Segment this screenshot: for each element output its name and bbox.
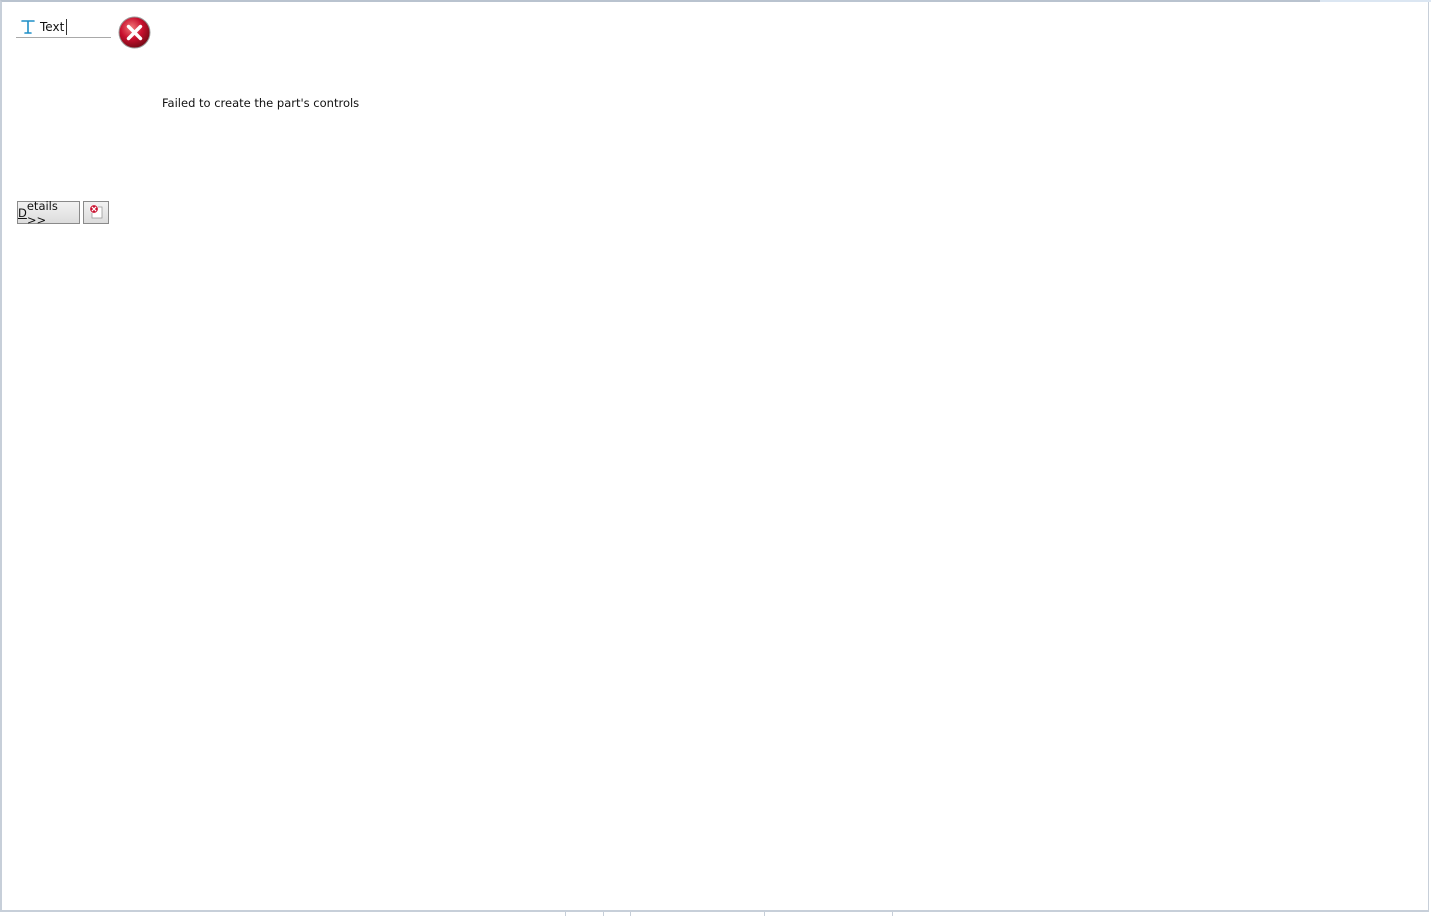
error-log-icon bbox=[88, 203, 104, 223]
status-divider bbox=[892, 912, 893, 916]
editor-area bbox=[0, 0, 1429, 912]
error-message: Failed to create the part's controls bbox=[162, 96, 360, 110]
status-divider bbox=[565, 912, 566, 916]
error-x-icon bbox=[118, 16, 151, 49]
details-button[interactable]: Details >> bbox=[17, 198, 80, 227]
status-divider bbox=[630, 912, 631, 916]
open-error-log-button[interactable] bbox=[83, 201, 109, 224]
status-divider bbox=[764, 912, 765, 916]
part-tab-text[interactable]: Text bbox=[16, 17, 111, 38]
status-divider bbox=[603, 912, 604, 916]
window-top-strip bbox=[1320, 0, 1431, 2]
part-tab-label: Text bbox=[40, 19, 68, 35]
text-t-icon bbox=[19, 18, 37, 36]
details-label: etails >> bbox=[26, 198, 58, 227]
details-mnemonic: D bbox=[18, 205, 27, 220]
